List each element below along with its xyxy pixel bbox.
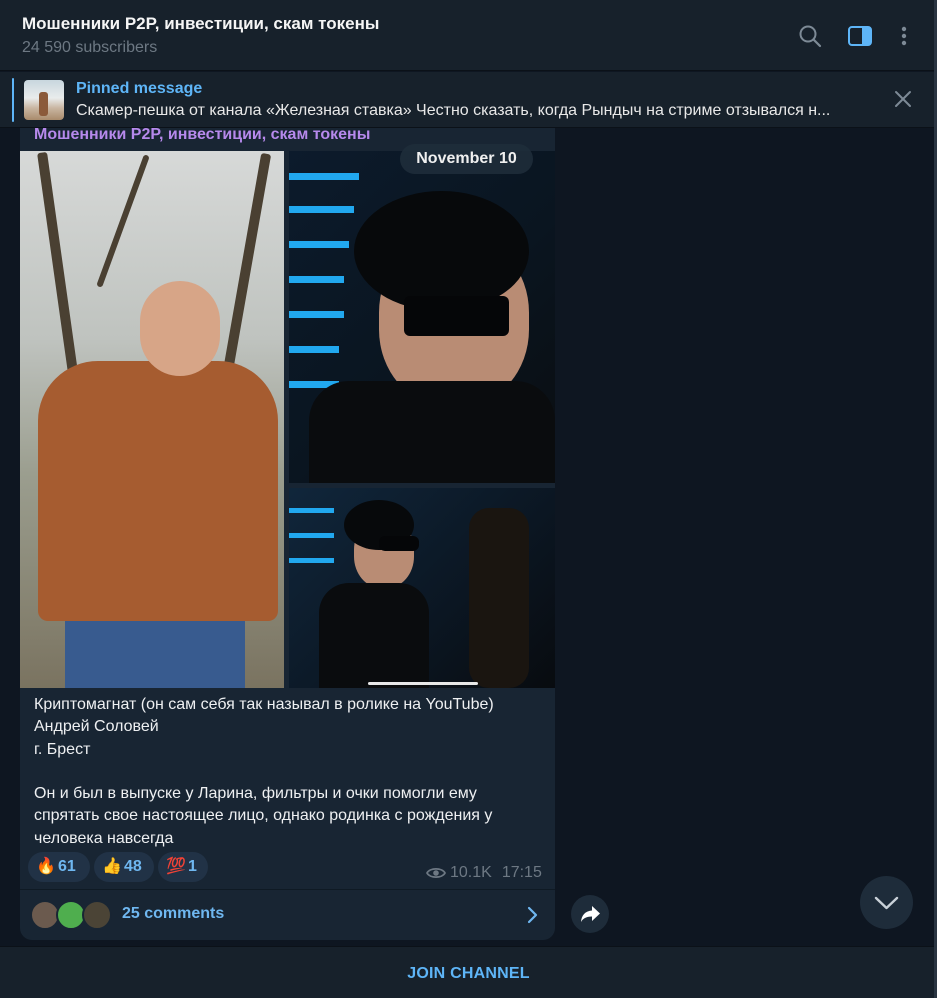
reaction-hundred[interactable]: 💯 1 — [158, 852, 208, 882]
close-icon[interactable] — [890, 86, 916, 112]
chevron-down-icon — [874, 896, 899, 910]
thumbs-up-icon: 👍 — [102, 858, 122, 875]
search-icon[interactable] — [796, 22, 824, 50]
message-caption: Криптомагнат (он сам себя так называл в … — [34, 694, 544, 850]
pinned-label: Pinned message — [76, 80, 203, 97]
reaction-count: 48 — [124, 858, 142, 875]
caption-line — [34, 761, 544, 783]
share-button[interactable] — [571, 895, 609, 933]
photo-bottom-right[interactable] — [289, 488, 555, 688]
reaction-thumbs-up[interactable]: 👍 48 — [94, 852, 154, 882]
more-vertical-icon[interactable] — [890, 22, 918, 50]
fire-icon: 🔥 — [36, 858, 56, 875]
hundred-icon: 💯 — [166, 858, 186, 875]
subscriber-count: 24 590 subscribers — [22, 39, 158, 56]
photo-main[interactable] — [20, 151, 284, 688]
caption-line: человека навсегда — [34, 829, 174, 847]
comments-link[interactable]: 25 comments — [122, 905, 224, 923]
avatar — [82, 900, 112, 930]
pinned-text: Скамер-пешка от канала «Железная ставка»… — [76, 102, 831, 119]
chat-header[interactable]: Мошенники P2P, инвестиции, скам токены 2… — [0, 0, 937, 71]
media-scroll-indicator — [368, 682, 478, 685]
channel-title[interactable]: Мошенники P2P, инвестиции, скам токены — [22, 14, 379, 34]
share-icon — [581, 906, 600, 922]
comments-divider — [20, 889, 555, 890]
date-pill: November 10 — [400, 144, 533, 174]
pinned-indicator — [12, 78, 14, 122]
join-channel-button[interactable]: JOIN CHANNEL — [0, 947, 937, 998]
pinned-message-bar[interactable]: Pinned message Скамер-пешка от канала «Ж… — [0, 72, 937, 128]
pinned-thumbnail — [24, 80, 64, 120]
caption-line: Он и был в выпуске у Ларина, фильтры и о… — [34, 785, 477, 803]
commenter-avatars — [30, 900, 114, 930]
message-author[interactable]: Мошенники P2P, инвестиции, скам токены — [34, 126, 370, 144]
caption-line: г. Брест — [34, 740, 91, 758]
sidebar-toggle-icon[interactable] — [846, 22, 874, 50]
view-count: 10.1K — [450, 864, 492, 881]
caption-line: спрятать свое настоящее лицо, однако род… — [34, 807, 493, 825]
reaction-fire[interactable]: 🔥 61 — [28, 852, 90, 882]
caption-line: Криптомагнат (он сам себя так называл в … — [34, 696, 494, 713]
footer-bar: JOIN CHANNEL — [0, 946, 937, 998]
caption-line: Андрей Соловей — [34, 718, 159, 736]
reaction-count: 61 — [58, 858, 76, 875]
reaction-count: 1 — [188, 858, 197, 875]
photo-top-right[interactable] — [289, 151, 555, 483]
message-meta: 10.1K 17:15 — [425, 864, 542, 885]
message-time: 17:15 — [501, 864, 542, 881]
scroll-down-button[interactable] — [860, 876, 913, 929]
chevron-right-icon[interactable] — [522, 905, 542, 925]
eye-icon — [425, 866, 447, 885]
